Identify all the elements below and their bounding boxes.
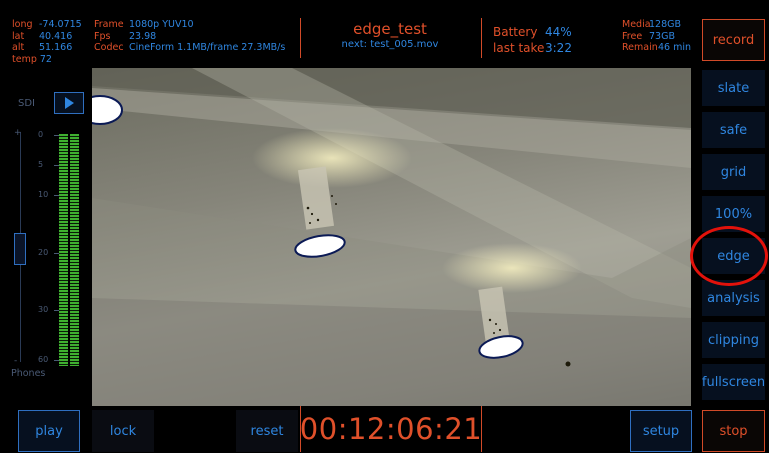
triangle-right-icon — [65, 97, 74, 109]
status-bar: long -74.0715 lat 40.416 alt 51.166 temp 72… — [0, 0, 769, 68]
grid-button[interactable]: grid — [702, 154, 765, 190]
tick-label: 30 — [38, 305, 61, 314]
temp-value: 72 — [39, 53, 52, 65]
tick-label: 20 — [38, 248, 61, 257]
remain-label: Remain — [622, 42, 658, 53]
lock-button[interactable]: lock — [92, 410, 154, 452]
fps-value: 23.98 — [129, 30, 157, 42]
reset-button[interactable]: reset — [236, 410, 298, 452]
last-take-value: 3:22 — [545, 41, 572, 55]
video-frame — [92, 68, 691, 406]
tick-label: 10 — [38, 190, 61, 199]
alt-value: 51.166 — [39, 42, 73, 53]
tick-label: 60 — [38, 355, 61, 364]
free-label: Free — [622, 30, 643, 42]
phones-label: Phones — [11, 368, 46, 379]
frame-label: Frame — [94, 19, 124, 30]
codec-value: CineForm 1.1MB/frame 27.3MB/s — [129, 42, 286, 53]
slate-button[interactable]: slate — [702, 70, 765, 106]
battery-label: Battery — [493, 25, 538, 39]
media-value: 128GB — [649, 19, 682, 30]
media-info: Media128GB Free 73GB Remain46 min — [622, 19, 691, 54]
safe-button[interactable]: safe — [702, 112, 765, 148]
long-label: long — [12, 19, 33, 30]
last-take-label: last take — [493, 41, 545, 55]
record-button[interactable]: record — [702, 19, 765, 61]
clipping-button[interactable]: clipping — [702, 322, 765, 358]
divider — [481, 18, 482, 58]
free-value: 73GB — [649, 30, 675, 42]
media-label: Media — [622, 19, 651, 30]
audio-meter-left — [59, 134, 68, 366]
stop-button[interactable]: stop — [702, 410, 765, 452]
format-info: Frame 1080p YUV10 Fps 23.98 Codec CineForm … — [94, 19, 285, 54]
temp-label: temp — [12, 53, 37, 65]
analysis-button[interactable]: analysis — [702, 280, 765, 316]
fps-label: Fps — [94, 30, 111, 42]
codec-label: Codec — [94, 42, 124, 53]
zoom-button[interactable]: 100% — [702, 196, 765, 232]
timecode-display: 00:12:06:21 — [300, 406, 482, 452]
edge-button[interactable]: edge — [702, 238, 765, 274]
battery-value: 44% — [545, 25, 572, 39]
play-button[interactable]: play — [18, 410, 80, 452]
lat-label: lat — [12, 30, 25, 42]
sdi-label: SDI — [18, 98, 35, 109]
remain-value: 46 min — [658, 42, 692, 53]
battery-info: Battery 44% last take3:22 — [493, 24, 572, 56]
video-preview[interactable] — [92, 68, 691, 406]
tick-label: 5 — [38, 160, 61, 169]
audio-meter-right — [70, 134, 79, 366]
tick-label: 0 — [38, 130, 61, 139]
audio-meters — [59, 134, 81, 366]
alt-label: alt — [12, 42, 25, 53]
setup-button[interactable]: setup — [630, 410, 692, 452]
geo-info: long -74.0715 lat 40.416 alt 51.166 temp 72 — [12, 19, 82, 65]
next-clip-name: next: test_005.mov — [341, 39, 439, 50]
long-value: -74.0715 — [39, 19, 82, 30]
lat-value: 40.416 — [39, 30, 73, 42]
sdi-play-button[interactable] — [54, 92, 84, 114]
clip-info: edge_test next: test_005.mov — [300, 20, 480, 52]
audio-scale: 0 5 10 20 30 60 — [12, 130, 61, 370]
fullscreen-button[interactable]: fullscreen — [702, 364, 765, 400]
clip-name: edge_test — [353, 20, 427, 38]
frame-value: 1080p YUV10 — [129, 19, 194, 30]
